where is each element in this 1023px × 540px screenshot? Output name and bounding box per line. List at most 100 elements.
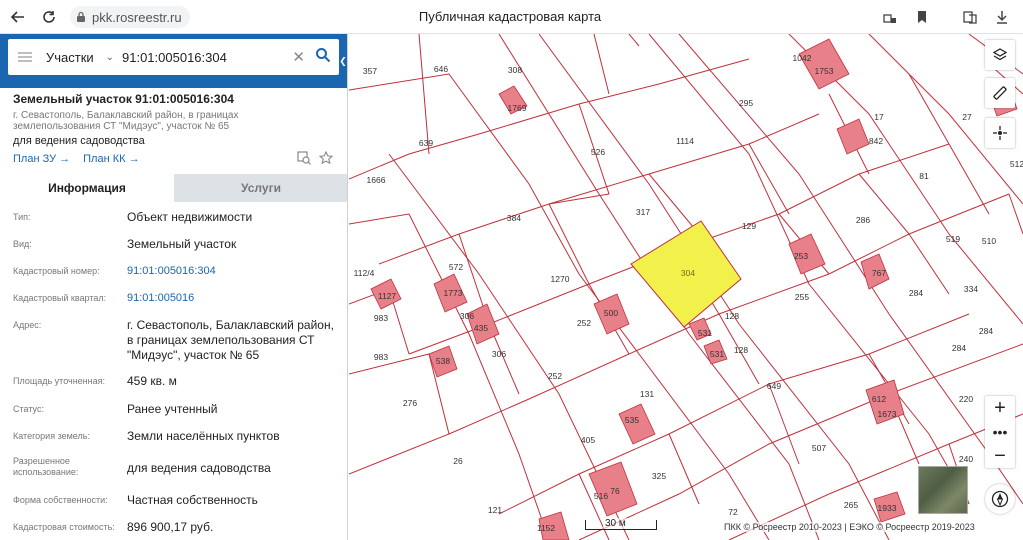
- prop-value: г. Севастополь, Балаклавский район, в гр…: [127, 318, 334, 362]
- prop-value: 459 кв. м: [127, 374, 177, 388]
- chevron-down-icon: ⌄: [105, 51, 115, 63]
- parcel-label: 1152: [537, 523, 556, 533]
- parcel-label: 1127: [378, 291, 397, 301]
- zoom-in-button[interactable]: +: [985, 396, 1015, 420]
- parcel-label: 435: [474, 323, 488, 333]
- parcel-label: 325: [652, 471, 666, 481]
- download-button[interactable]: [987, 2, 1017, 32]
- url-text: pkk.rosreestr.ru: [92, 9, 182, 25]
- parcel-label: 519: [946, 234, 960, 244]
- collections-button[interactable]: [955, 2, 985, 32]
- parcel-label: 612: [872, 394, 886, 404]
- object-address: г. Севастополь, Балаклавский район, в гр…: [13, 110, 239, 132]
- refresh-button[interactable]: [34, 2, 64, 32]
- zoom-to-object-icon[interactable]: [297, 151, 311, 165]
- parcel-label: 76: [610, 486, 620, 496]
- parcel-label: 284: [909, 288, 923, 298]
- layers-icon: [992, 48, 1008, 61]
- more-button[interactable]: •••: [985, 420, 1015, 444]
- measure-button[interactable]: [985, 78, 1015, 108]
- compass-button[interactable]: [985, 484, 1015, 514]
- lock-shield-icon: [883, 14, 896, 23]
- scale-label: 30 м: [603, 518, 628, 529]
- download-icon: [997, 11, 1007, 24]
- search-type-select[interactable]: Участки ⌄: [42, 50, 122, 65]
- parcel-label: 128: [734, 345, 748, 355]
- parcel-label: 27: [962, 112, 972, 122]
- prop-label: Кадастровый квартал:: [13, 293, 107, 303]
- bookmark-button[interactable]: [907, 2, 937, 32]
- cadastral-quarter-link[interactable]: 91:01:005016: [127, 291, 339, 306]
- parcel-label: 1673: [878, 409, 897, 419]
- parcel-label: 983: [374, 313, 388, 323]
- parcel-label: 295: [739, 98, 753, 108]
- ruler-icon: [993, 86, 1007, 100]
- parcel-label: 1666: [367, 175, 386, 185]
- parcel-label: 500: [604, 308, 618, 318]
- prop-value: Частная собственность: [127, 493, 258, 507]
- prop-label: Форма собственности:: [13, 495, 108, 505]
- parcel-label: 284: [979, 326, 993, 336]
- search-icon: [316, 48, 331, 63]
- search-panel: Участки ⌄ ✕ ❮: [0, 34, 347, 88]
- parcel-label: 286: [856, 215, 870, 225]
- parcel-label: 72: [728, 507, 738, 517]
- object-purpose: для ведения садоводства: [13, 135, 145, 147]
- tab-information[interactable]: Информация: [0, 174, 174, 202]
- layers-button[interactable]: [985, 40, 1015, 70]
- search-box: Участки ⌄ ✕: [8, 39, 339, 75]
- basemap-switcher[interactable]: [918, 466, 968, 514]
- chevron-left-icon: ❮: [339, 55, 347, 66]
- parcel-label: 983: [374, 352, 388, 362]
- locate-point-button[interactable]: [985, 118, 1015, 148]
- search-button[interactable]: [315, 47, 331, 68]
- parcel-label: 1114: [676, 136, 694, 146]
- parcel-label: 306: [460, 311, 474, 321]
- menu-button[interactable]: [8, 52, 42, 62]
- collapse-panel-button[interactable]: ❮: [339, 34, 347, 88]
- info-sidebar: Участки ⌄ ✕ ❮ Земельный участок 91:01:00…: [0, 34, 348, 540]
- parcel-label: 220: [959, 394, 973, 404]
- parcel-label: 510: [982, 236, 996, 246]
- parcel-label: 1042: [793, 53, 812, 63]
- parcel-label: 26: [453, 456, 463, 466]
- parcel-label: 405: [581, 435, 595, 445]
- search-input[interactable]: [122, 49, 282, 65]
- zoom-out-button[interactable]: −: [985, 444, 1015, 468]
- parcel-label: 17: [874, 112, 884, 122]
- parcel-label: 842: [869, 136, 883, 146]
- back-button[interactable]: [3, 2, 33, 32]
- parcel-label: 121: [488, 505, 502, 515]
- prop-value: Объект недвижимости: [127, 210, 253, 224]
- plan-kk-link[interactable]: План КК →: [83, 153, 139, 165]
- bookmark-icon: [918, 11, 926, 23]
- collections-icon: [963, 11, 977, 24]
- prop-label: Разрешенное использование:: [13, 456, 79, 477]
- zoom-controls: + ••• −: [985, 396, 1015, 468]
- prop-value: Земельный участок: [127, 237, 237, 251]
- site-settings-button[interactable]: [875, 2, 905, 32]
- prop-label: Статус:: [13, 404, 44, 414]
- parcel-label: 531: [698, 328, 712, 338]
- tab-services[interactable]: Услуги: [174, 174, 347, 202]
- lock-icon: [77, 11, 85, 22]
- cadastral-number-link[interactable]: 91:01:005016:304: [127, 264, 339, 279]
- cadastral-map[interactable]: 357 646 308 1769 1042 1753 295 639 1114 …: [349, 34, 1023, 540]
- parcel-label: 112/4: [354, 268, 375, 278]
- parcel-label: 304: [681, 268, 695, 278]
- page-title: Публичная кадастровая карта: [418, 9, 602, 24]
- clear-search-icon[interactable]: ✕: [292, 48, 305, 66]
- tab-bar: Информация Услуги: [0, 174, 347, 202]
- parcel-label: 535: [625, 415, 639, 425]
- browser-toolbar: pkk.rosreestr.ru Публичная кадастровая к…: [0, 0, 1023, 34]
- parcel-label: 334: [964, 284, 978, 294]
- plan-zu-link[interactable]: План ЗУ →: [13, 153, 70, 165]
- hamburger-icon: [18, 52, 32, 62]
- address-bar[interactable]: pkk.rosreestr.ru: [70, 6, 190, 28]
- parcel-label: 81: [919, 171, 929, 181]
- parcel-label: 1933: [878, 503, 897, 513]
- parcel-label: 512: [1010, 159, 1023, 169]
- prop-value: 896 900,17 руб.: [127, 520, 214, 534]
- star-icon[interactable]: [319, 151, 333, 165]
- crosshair-icon: [993, 126, 1007, 140]
